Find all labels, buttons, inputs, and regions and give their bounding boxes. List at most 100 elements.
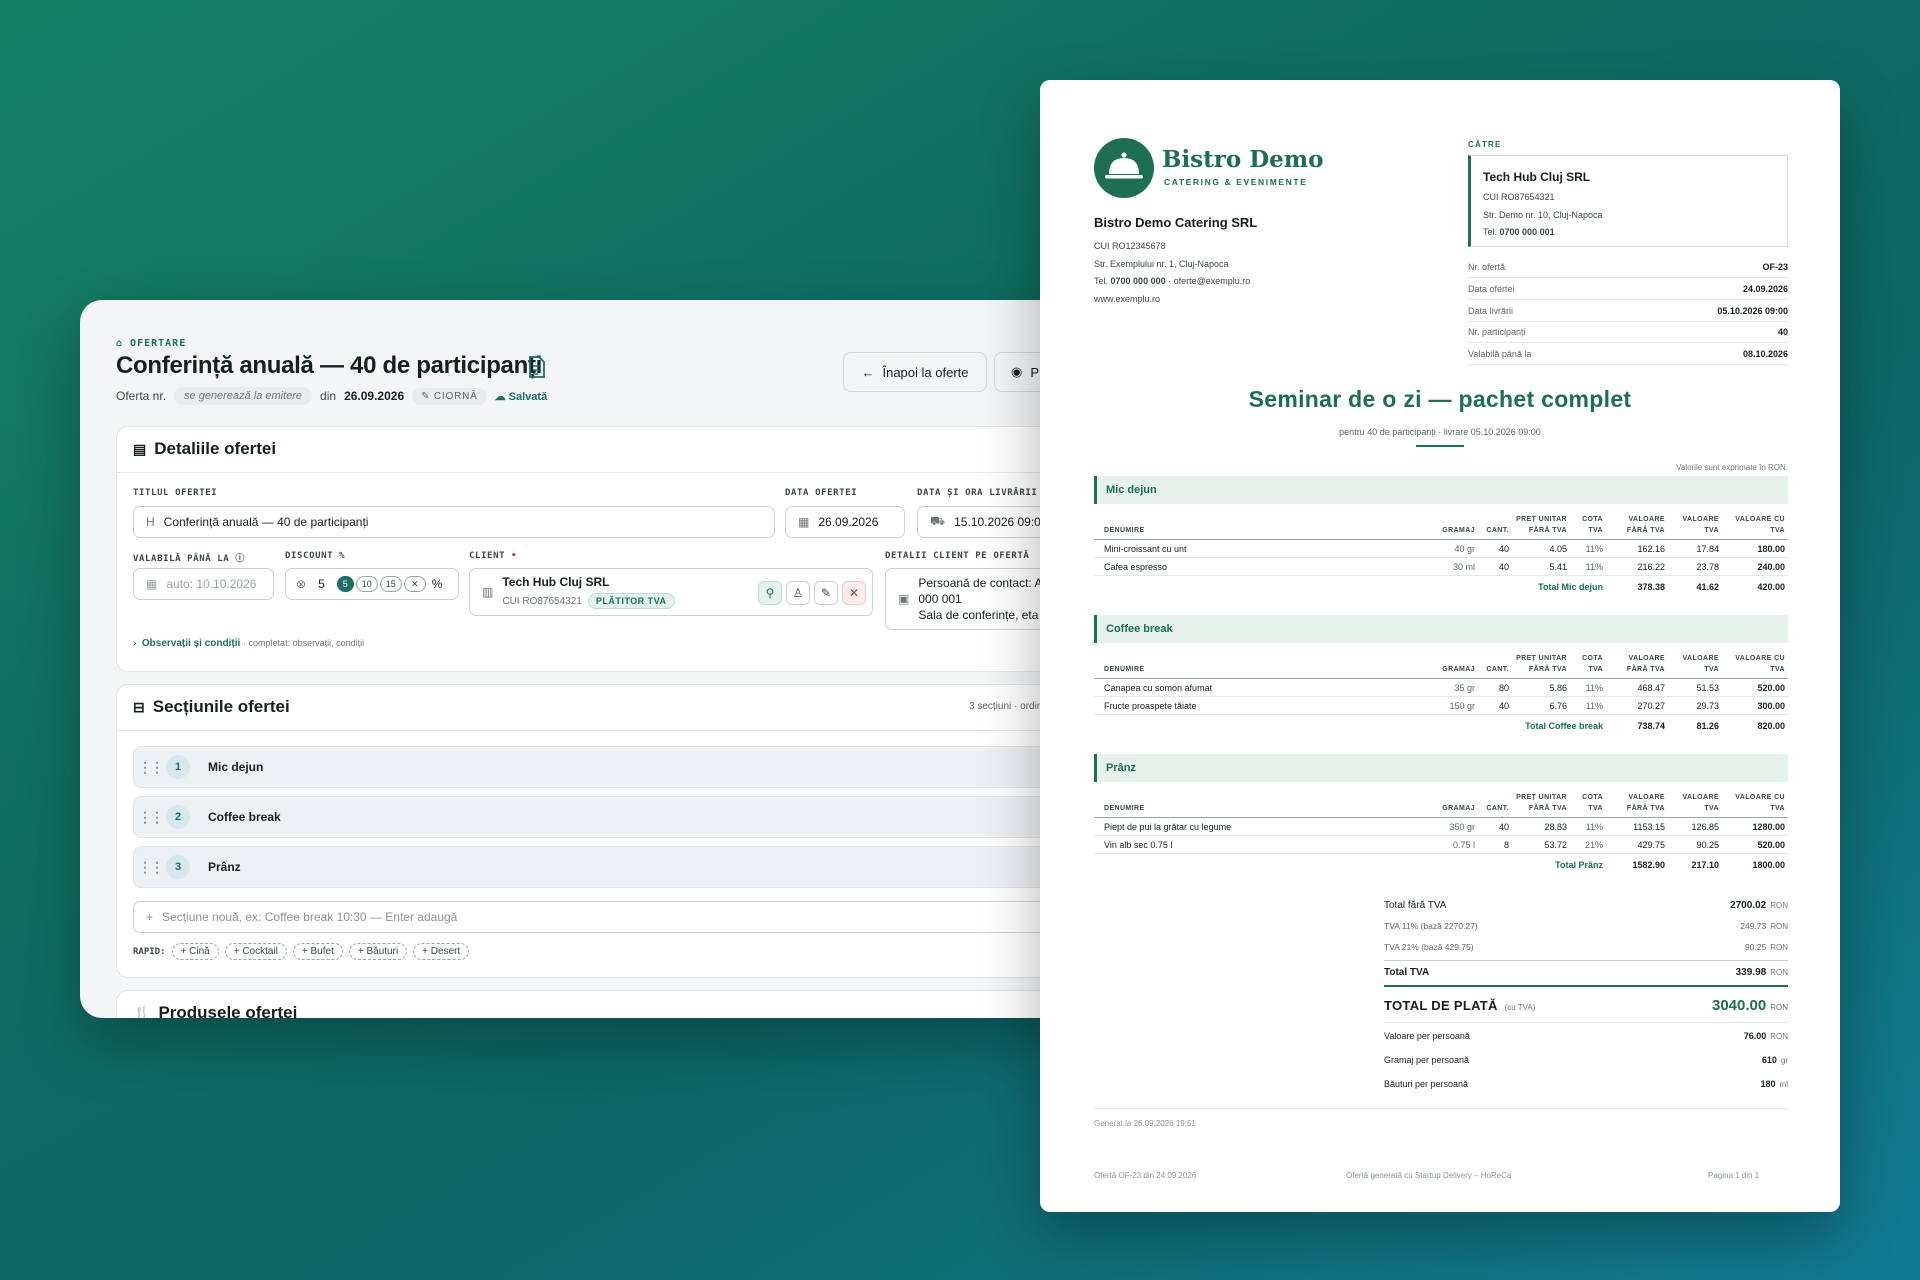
cell-vat: 17.84 [1668, 539, 1722, 558]
document-icon[interactable] [528, 356, 546, 378]
saved-label: Salvată [508, 390, 548, 403]
footer-left: Ofertă OF-23 din 24.09.2026 [1094, 1171, 1197, 1180]
cutlery-icon: 🍴 [133, 1004, 151, 1019]
building-icon: ▥ [482, 585, 494, 599]
offer-title-input[interactable]: H Conferință anuală — 40 de participanți [133, 506, 775, 538]
client-label-text: CLIENT [469, 551, 506, 561]
section-total-row: Total Prânz 1582.90 217.10 1800.00 [1094, 854, 1788, 876]
client-actions: ⚲ ♙ ✎ ✕ [758, 581, 866, 605]
preview-button-label: P [1030, 364, 1040, 380]
column-header: CANT. [1478, 653, 1512, 679]
date-prefix: din [320, 389, 337, 403]
section-number: 2 [166, 805, 190, 829]
clear-discount-icon[interactable]: ✕ [403, 576, 426, 592]
column-header: PREȚ UNITAR FĂRĂ TVA [1512, 653, 1570, 679]
section-items-table: DENUMIRE GRAMAJ CANT. PREȚ UNITAR FĂRĂ TVA C… [1094, 792, 1788, 876]
cell-gross: 1280.00 [1722, 817, 1788, 836]
section-total-row: Total Coffee break 738.74 81.26 820.00 [1094, 715, 1788, 737]
cell-net: 162.16 [1606, 539, 1668, 558]
valid-until-placeholder: auto: 10.10.2026 [166, 577, 257, 591]
grand-total-note: (cu TVA) [1504, 1003, 1536, 1012]
observations-link[interactable]: Observații și condiții [142, 638, 240, 649]
summary-value-wrap: 180 ml [1761, 1079, 1788, 1089]
offer-document-preview: Bistro Demo CATERING & EVENIMENTE Bistro… [1040, 80, 1840, 1212]
offer-editor-window: ⌂ OFERTARE Conferință anuală — 40 de par… [80, 300, 1080, 1018]
section-row[interactable]: ⋮⋮ 1 Mic dejun 4 [133, 746, 1073, 788]
back-to-offers-button[interactable]: ← Înapoi la oferte [843, 352, 987, 392]
edit-pencil-icon[interactable]: ✎ [814, 581, 838, 605]
new-section-input[interactable]: + Secțiune nouă, ex: Coffee break 10:30 … [133, 901, 1073, 933]
summary-value: 76.00 [1743, 1031, 1767, 1041]
summary-value-wrap: 2700.02 RON [1730, 900, 1788, 911]
cloche-logo-icon [1094, 138, 1154, 198]
column-header: VALOARE FĂRĂ TVA [1606, 653, 1668, 679]
sections-card-title: Secțiunile ofertei [152, 697, 290, 716]
offer-details-card: ▤ Detaliile ofertei TITLUL OFERTEI H Con… [116, 426, 1080, 672]
client-meta: CUI RO87654321 PLĂTITOR TVA [502, 593, 675, 609]
summary-net-row: Total fără TVA 2700.02 RON [1384, 900, 1788, 911]
section-total-net: 1582.90 [1632, 859, 1665, 870]
discount-input[interactable]: ⊗ 5 5 10 15 ✕ % [285, 568, 459, 600]
quick-add-cocktail[interactable]: + Cocktail [224, 943, 287, 960]
clear-circle-icon[interactable]: ⊗ [296, 577, 306, 591]
grand-total-label-wrap: TOTAL DE PLATĂ (cu TVA) [1384, 998, 1535, 1013]
client-address: Str. Demo nr. 10, Cluj-Napoca [1483, 210, 1603, 220]
offer-products-card: 🍴 Produsele ofertei [116, 990, 1080, 1018]
drag-handle-icon[interactable]: ⋮⋮ [134, 809, 166, 826]
valid-until-input[interactable]: ▦ auto: 10.10.2026 [133, 568, 274, 600]
summary-vat-total-row: Total TVA 339.98 RON [1384, 967, 1788, 978]
drag-handle-icon[interactable]: ⋮⋮ [134, 859, 166, 876]
cell-name: Mini-croissant cu unt [1094, 539, 1434, 558]
status-label: CIORNĂ [433, 390, 478, 402]
section-row[interactable]: ⋮⋮ 3 Prânz 5 [133, 846, 1073, 888]
column-header: VALOARE CU TVA [1722, 653, 1788, 679]
client-selector[interactable]: ▥ Tech Hub Cluj SRL CUI RO87654321 PLĂTI… [469, 568, 873, 616]
breadcrumb[interactable]: ⌂ OFERTARE [116, 338, 186, 349]
discount-chip-5[interactable]: 5 [336, 576, 354, 592]
summary-divider [1384, 960, 1788, 961]
cell-net: 468.47 [1606, 678, 1668, 697]
section-row[interactable]: ⋮⋮ 2 Coffee break 5 [133, 796, 1073, 838]
cell-net: 216.22 [1606, 557, 1668, 576]
section-total-vat: 41.62 [1696, 581, 1719, 592]
client-details-text: Persoană de contact: A 000 001 Sala de c… [918, 575, 1042, 623]
cell-qty: 40 [1478, 557, 1512, 576]
discount-chip-15[interactable]: 15 [379, 576, 402, 592]
client-search-icon[interactable]: ⚲ [758, 581, 782, 605]
currency-unit: RON [1770, 901, 1788, 910]
chevron-right-icon: › [133, 638, 137, 649]
add-user-icon[interactable]: ♙ [786, 581, 810, 605]
cell-gram: 30 ml [1434, 557, 1478, 576]
discount-chip-10[interactable]: 10 [355, 576, 378, 592]
offer-date: 26.09.2026 [344, 389, 405, 403]
summary-vat11-row: TVA 11% (bază 2270.27) 249.73 RON [1384, 921, 1788, 931]
status-badge: ✎ CIORNĂ [412, 387, 487, 405]
divider [117, 472, 1080, 473]
client-cui: CUI RO87654321 [502, 595, 582, 607]
section-total-vat: 217.10 [1691, 859, 1719, 870]
quick-add-buffet[interactable]: + Bufet [292, 943, 343, 960]
info-row: Data livrării 05.10.2026 09:00 [1468, 300, 1788, 322]
quick-add-dinner[interactable]: + Cină [171, 943, 219, 960]
info-value: OF-23 [1762, 261, 1788, 272]
quick-add-dessert[interactable]: + Desert [413, 943, 470, 960]
offer-no-label: Oferta nr. [116, 389, 167, 403]
cell-qty: 40 [1478, 817, 1512, 836]
column-header: COTA TVA [1570, 514, 1606, 540]
unit: ml [1779, 1080, 1788, 1089]
remove-client-icon[interactable]: ✕ [842, 581, 866, 605]
section-total-gross: 420.00 [1757, 581, 1785, 592]
table-row: Piept de pui la grătar cu legume 350 gr 40… [1094, 817, 1788, 836]
section-total-net: 378.38 [1637, 581, 1665, 592]
observations-toggle[interactable]: › Observații și condiții · completat: ob… [133, 638, 364, 649]
drag-handle-icon[interactable]: ⋮⋮ [134, 759, 166, 776]
info-value: 40 [1777, 326, 1788, 337]
quick-add-drinks[interactable]: + Băuturi [348, 943, 408, 960]
valid-until-text: VALABILĂ PÂNĂ LA [133, 554, 230, 564]
summary-value-wrap: 76.00 RON [1744, 1031, 1788, 1041]
summary-value: 90.25 [1744, 942, 1767, 952]
offer-date-input[interactable]: ▦ 26.09.2026 [785, 506, 905, 538]
footer-divider [1094, 1108, 1788, 1109]
cell-qty: 80 [1478, 678, 1512, 697]
info-key: Data livrării [1468, 305, 1514, 316]
